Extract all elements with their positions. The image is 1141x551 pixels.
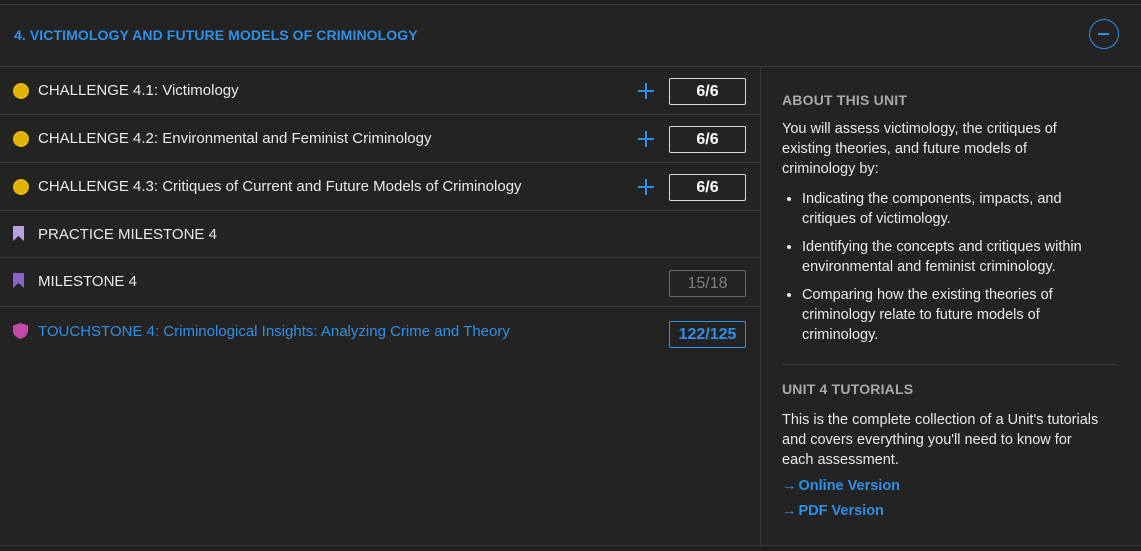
about-bullet: Comparing how the existing theories of c… [802,285,1117,345]
unit-panel: 4. VICTIMOLOGY AND FUTURE MODELS OF CRIM… [0,4,1141,547]
score-badge: 122/125 [669,321,746,348]
score-badge: 6/6 [669,174,746,201]
online-version-link[interactable]: → Online Version [782,478,900,494]
challenge-dot-icon [13,131,29,147]
unit-header[interactable]: 4. VICTIMOLOGY AND FUTURE MODELS OF CRIM… [0,5,1141,67]
unit-title[interactable]: 4. VICTIMOLOGY AND FUTURE MODELS OF CRIM… [14,27,418,43]
touchstone-link[interactable]: TOUCHSTONE 4: Criminological Insights: A… [38,323,510,340]
collapse-button[interactable] [1089,19,1119,49]
practice-milestone-label[interactable]: PRACTICE MILESTONE 4 [38,226,217,243]
challenge-label[interactable]: CHALLENGE 4.2: Environmental and Feminis… [38,130,432,147]
score-badge: 15/18 [669,270,746,297]
challenge-dot-icon [13,83,29,99]
list-item[interactable]: CHALLENGE 4.3: Critiques of Current and … [0,163,760,211]
expand-plus-icon[interactable] [638,179,654,195]
about-bullet: Identifying the concepts and critiques w… [802,237,1117,277]
challenge-label[interactable]: CHALLENGE 4.3: Critiques of Current and … [38,178,522,195]
about-bullet: Indicating the components, impacts, and … [802,189,1117,229]
assessment-list: CHALLENGE 4.1: Victimology 6/6 CHALLENGE… [0,67,761,547]
tutorials-heading: UNIT 4 TUTORIALS [782,381,914,397]
list-item[interactable]: TOUCHSTONE 4: Criminological Insights: A… [0,307,760,359]
divider [782,364,1116,365]
score-badge: 6/6 [669,126,746,153]
milestone-label[interactable]: MILESTONE 4 [38,273,137,290]
score-badge: 6/6 [669,78,746,105]
tutorials-text: This is the complete collection of a Uni… [782,412,1099,468]
list-item[interactable]: MILESTONE 4 15/18 [0,258,760,307]
about-intro: You will assess victimology, the critiqu… [782,121,1057,177]
list-item[interactable]: CHALLENGE 4.2: Environmental and Feminis… [0,115,760,163]
arrow-right-icon: → [782,503,797,519]
list-item[interactable]: PRACTICE MILESTONE 4 [0,211,760,258]
challenge-dot-icon [13,179,29,195]
expand-plus-icon[interactable] [638,131,654,147]
shield-icon [13,323,28,339]
bookmark-icon [13,273,24,288]
challenge-label[interactable]: CHALLENGE 4.1: Victimology [38,82,239,99]
arrow-right-icon: → [782,478,797,494]
pdf-version-link[interactable]: → PDF Version [782,503,884,519]
expand-plus-icon[interactable] [638,83,654,99]
bookmark-icon [13,226,24,241]
about-bullets: Indicating the components, impacts, and … [782,189,1117,353]
list-item[interactable]: CHALLENGE 4.1: Victimology 6/6 [0,67,760,115]
about-heading: ABOUT THIS UNIT [782,92,908,108]
